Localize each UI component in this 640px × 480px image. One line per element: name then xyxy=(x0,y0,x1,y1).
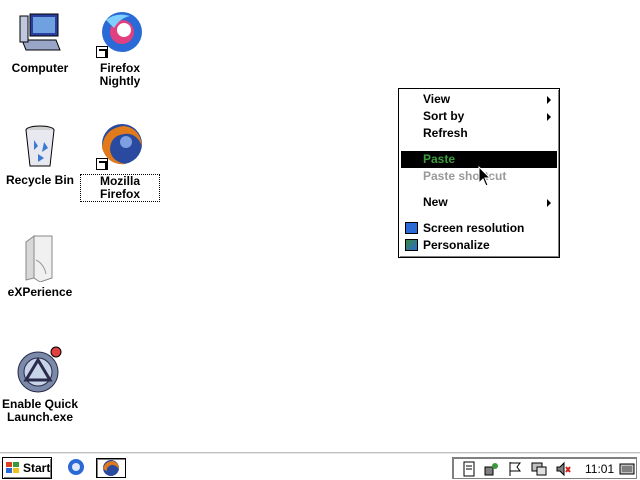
menu-item-label: View xyxy=(423,92,451,106)
menu-item-label: Paste shortcut xyxy=(423,169,507,183)
monitor-icon[interactable] xyxy=(531,461,547,477)
quick-launch-exe-icon xyxy=(16,346,64,394)
menu-item-label: Paste xyxy=(423,152,456,166)
desktop-icon-label: Computer xyxy=(11,61,69,75)
desktop-icon-mozilla-firefox[interactable]: Mozilla Firefox xyxy=(80,122,160,202)
flag-icon[interactable] xyxy=(507,461,523,477)
desktop-icon-label: Enable Quick Launch.exe xyxy=(1,397,79,424)
personalize-icon xyxy=(405,239,418,251)
firefox-nightly-icon xyxy=(68,459,84,475)
windows-logo-icon xyxy=(6,462,19,473)
network-icon[interactable] xyxy=(483,461,499,477)
shortcut-arrow-icon xyxy=(96,46,108,58)
desktop-icon-label: eXPerience xyxy=(7,285,73,299)
taskbar-button-firefox[interactable] xyxy=(96,458,126,478)
volume-muted-icon[interactable] xyxy=(555,461,571,477)
menu-item-label: Screen resolution xyxy=(423,221,525,235)
desktop-icon-label: Recycle Bin xyxy=(5,173,75,187)
menu-item-label: Refresh xyxy=(423,126,468,140)
document-icon[interactable] xyxy=(461,461,477,477)
menu-separator xyxy=(402,189,556,190)
desktop-icon-enable-quick-launch[interactable]: Enable Quick Launch.exe xyxy=(0,346,80,424)
start-label: Start xyxy=(23,461,51,475)
mouse-cursor-icon xyxy=(478,166,492,187)
desktop-icon-computer[interactable]: Computer xyxy=(0,10,80,75)
menu-item-refresh[interactable]: Refresh xyxy=(401,125,557,142)
computer-icon xyxy=(16,10,64,58)
start-button[interactable]: Start xyxy=(2,457,52,479)
menu-item-label: Sort by xyxy=(423,109,465,123)
shortcut-arrow-icon xyxy=(96,158,108,170)
menu-item-view[interactable]: View xyxy=(401,91,557,108)
desktop-icon-experience[interactable]: eXPerience xyxy=(0,234,80,299)
menu-item-sort-by[interactable]: Sort by xyxy=(401,108,557,125)
menu-item-label: Personalize xyxy=(423,238,490,252)
desktop-icon-firefox-nightly[interactable]: Firefox Nightly xyxy=(80,10,160,88)
desktop-icon-recycle-bin[interactable]: Recycle Bin xyxy=(0,122,80,187)
submenu-arrow-icon xyxy=(547,96,551,104)
clock[interactable]: 11:01 xyxy=(585,461,614,477)
menu-separator xyxy=(402,146,556,147)
menu-separator xyxy=(402,215,556,216)
menu-item-screen-resolution[interactable]: Screen resolution xyxy=(401,220,557,237)
submenu-arrow-icon xyxy=(547,199,551,207)
firefox-icon xyxy=(103,460,119,476)
quicklaunch-firefox-nightly[interactable] xyxy=(66,458,88,478)
show-desktop-icon[interactable] xyxy=(619,461,635,477)
display-settings-icon xyxy=(405,222,418,234)
submenu-arrow-icon xyxy=(547,113,551,121)
recycle-bin-icon xyxy=(16,122,64,170)
desktop-icon-label: Mozilla Firefox xyxy=(80,174,160,202)
menu-item-new[interactable]: New xyxy=(401,194,557,211)
firefox-nightly-icon xyxy=(96,10,144,58)
desktop-icon-label: Firefox Nightly xyxy=(99,61,141,88)
firefox-icon xyxy=(96,122,144,170)
taskbar: Start 11:01 xyxy=(0,452,640,480)
folder-icon xyxy=(16,234,64,283)
menu-item-label: New xyxy=(423,195,448,209)
menu-item-personalize[interactable]: Personalize xyxy=(401,237,557,254)
system-tray: 11:01 xyxy=(452,457,637,479)
